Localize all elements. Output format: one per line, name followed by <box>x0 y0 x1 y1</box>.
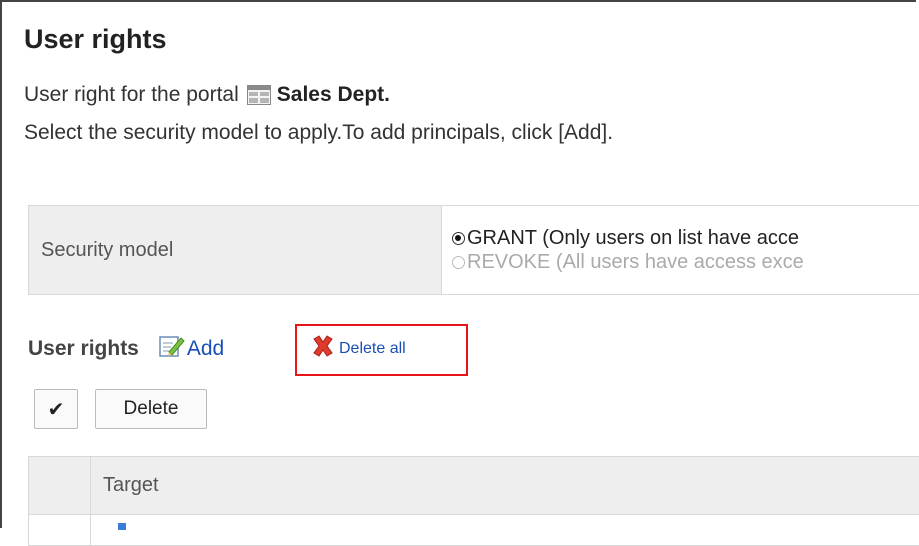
portal-description-text: User right for the portal <box>24 83 239 107</box>
edit-pencil-icon <box>159 334 185 364</box>
security-model-options: GRANT (Only users on list have acce REVO… <box>442 206 919 295</box>
grant-option-label: GRANT (Only users on list have acce <box>467 227 799 250</box>
page-title: User rights <box>24 24 167 55</box>
security-model-table: Security model GRANT (Only users on list… <box>28 205 919 295</box>
user-rights-heading: User rights <box>28 337 139 361</box>
revoke-radio[interactable] <box>452 256 465 269</box>
grant-option[interactable]: GRANT (Only users on list have acce <box>452 226 919 250</box>
row-check-cell <box>29 515 91 546</box>
user-rights-toolbar: User rights Add <box>28 334 224 364</box>
user-rights-list: Target <box>28 456 919 546</box>
header-check-cell <box>29 457 91 515</box>
revoke-option-label: REVOKE (All users have access exce <box>467 251 804 274</box>
row-target-cell <box>91 515 919 546</box>
portal-name: Sales Dept. <box>277 83 390 107</box>
user-icon <box>118 523 126 530</box>
instruction-text: Select the security model to apply.To ad… <box>24 121 613 145</box>
highlight-box <box>295 324 468 376</box>
delete-button[interactable]: Delete <box>95 389 207 429</box>
add-link[interactable]: Add <box>159 334 224 364</box>
security-model-label: Security model <box>29 206 442 295</box>
select-all-button[interactable]: ✔ <box>34 389 78 429</box>
grant-radio[interactable] <box>452 232 465 245</box>
revoke-option[interactable]: REVOKE (All users have access exce <box>452 250 919 274</box>
portal-description: User right for the portal Sales Dept. <box>24 83 390 107</box>
header-target: Target <box>91 457 919 515</box>
portal-icon <box>247 85 271 105</box>
add-link-label: Add <box>187 337 224 361</box>
